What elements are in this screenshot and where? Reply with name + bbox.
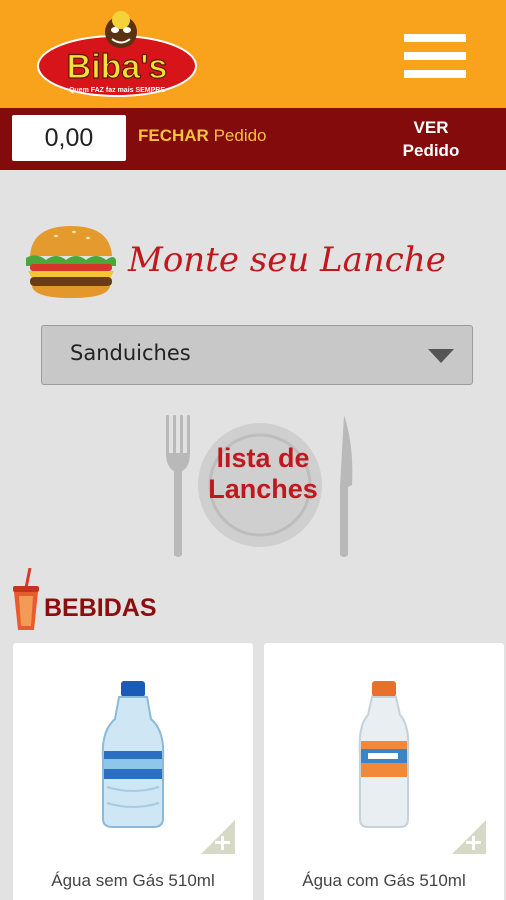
sparkling-water-bottle-image [358,681,410,828]
lanches-list-line2: Lanches [208,474,318,504]
view-order-line1: VER [413,118,449,137]
svg-text:Biba's: Biba's [67,48,168,86]
order-bar: 0,00 FECHAR Pedido VER Pedido [0,108,506,170]
order-total: 0,00 [12,115,126,161]
product-name: Água sem Gás 510ml [51,871,215,890]
view-order-button[interactable]: VER Pedido [392,116,470,162]
cup-icon [13,568,39,630]
product-card[interactable]: Água sem Gás 510ml [13,643,253,900]
water-bottle-image [101,681,165,828]
lanches-list-line1: lista de [216,443,310,473]
product-card[interactable]: Água com Gás 510ml [264,643,504,900]
category-select[interactable]: Sanduiches [41,325,473,385]
svg-text:Quem FAZ faz mais SEMPRE: Quem FAZ faz mais SEMPRE [69,87,165,94]
lanches-list-button[interactable]: lista de Lanches [195,443,331,505]
close-order-button[interactable]: FECHAR Pedido [138,126,267,146]
bibas-logo[interactable]: Biba's Quem FAZ faz mais SEMPRE [36,8,198,100]
burger-icon [26,226,116,298]
add-to-cart-icon[interactable] [201,820,235,854]
close-order-strong: FECHAR [138,126,209,145]
top-bar: Biba's Quem FAZ faz mais SEMPRE [0,0,506,108]
close-order-rest: Pedido [208,126,267,145]
product-name: Água com Gás 510ml [302,871,466,890]
chevron-down-icon [428,349,454,363]
category-select-value: Sanduiches [70,341,191,365]
view-order-line2: Pedido [402,141,460,160]
page-title: Monte seu Lanche [128,240,446,280]
drinks-section-title: BEBIDAS [44,594,157,622]
menu-hamburger-icon[interactable] [404,34,466,78]
add-to-cart-icon[interactable] [452,820,486,854]
